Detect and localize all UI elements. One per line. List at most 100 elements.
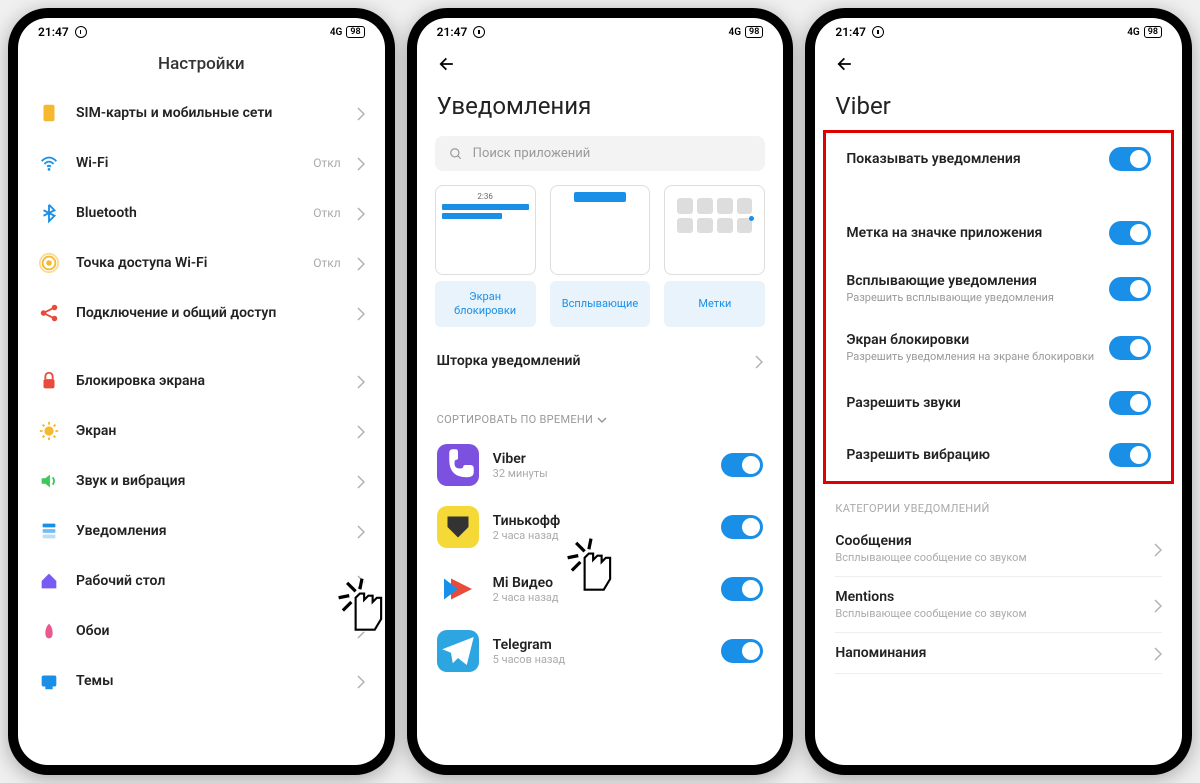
toggle-switch[interactable] xyxy=(1109,221,1151,245)
app-row-tinkoff[interactable]: Тинькофф 2 часа назад xyxy=(417,496,784,558)
settings-row-sound[interactable]: Звук и вибрация xyxy=(18,456,385,506)
app-toggle[interactable] xyxy=(721,453,763,477)
sound-icon xyxy=(38,470,60,492)
chevron-right-icon xyxy=(1154,646,1162,660)
app-time: 2 часа назад xyxy=(493,591,708,604)
row-label: Рабочий стол xyxy=(76,573,341,589)
settings-row-hotspot[interactable]: Точка доступа Wi-Fi Откл xyxy=(18,238,385,288)
sort-header[interactable]: СОРТИРОВАТЬ ПО ВРЕМЕНИ xyxy=(417,401,784,434)
chevron-right-icon xyxy=(357,674,365,688)
toggle-row[interactable]: Всплывающие уведомления Разрешить всплыв… xyxy=(826,259,1171,318)
search-placeholder: Поиск приложений xyxy=(473,146,591,161)
chevron-right-icon xyxy=(357,574,365,588)
row-label: Темы xyxy=(76,673,341,689)
app-row-viber[interactable]: Viber 32 минуты xyxy=(417,434,784,496)
toggle-row[interactable]: Разрешить звуки xyxy=(826,377,1171,429)
settings-row-display[interactable]: Экран xyxy=(18,406,385,456)
mivideo-app-icon xyxy=(437,568,479,610)
settings-row-notifications[interactable]: Уведомления xyxy=(18,506,385,556)
alarm-icon xyxy=(872,26,884,38)
category-row[interactable]: Mentions Всплывающее сообщение со звуком xyxy=(815,577,1182,632)
share-icon xyxy=(38,302,60,324)
toggle-subtitle: Разрешить всплывающие уведомления xyxy=(846,291,1097,304)
status-bar: 21:47 4G 98 xyxy=(417,18,784,46)
themes-icon xyxy=(38,670,60,692)
notifications-icon xyxy=(38,520,60,542)
alarm-icon xyxy=(75,26,87,38)
app-row-telegram[interactable]: Telegram 5 часов назад xyxy=(417,620,784,682)
display-mode-badges[interactable]: Метки xyxy=(664,185,765,327)
settings-row-lock[interactable]: Блокировка экрана xyxy=(18,356,385,406)
row-label: Bluetooth xyxy=(76,205,297,221)
app-toggle[interactable] xyxy=(721,515,763,539)
home-icon xyxy=(38,570,60,592)
app-row-mivideo[interactable]: Mi Видео 2 часа назад xyxy=(417,558,784,620)
settings-row-wifi[interactable]: Wi-Fi Откл xyxy=(18,138,385,188)
chevron-right-icon xyxy=(357,206,365,220)
header xyxy=(417,46,784,88)
app-time: 5 часов назад xyxy=(493,653,708,666)
settings-row-bluetooth[interactable]: Bluetooth Откл xyxy=(18,188,385,238)
alarm-icon xyxy=(473,26,485,38)
toggle-switch[interactable] xyxy=(1109,147,1151,171)
signal-icon: 4G xyxy=(330,27,343,38)
app-toggle[interactable] xyxy=(721,639,763,663)
chevron-right-icon xyxy=(357,474,365,488)
app-time: 2 часа назад xyxy=(493,529,708,542)
phone-1: 21:47 4G 98 Настройки SIM-карты и мобиль… xyxy=(8,8,395,775)
status-bar: 21:47 4G 98 xyxy=(18,18,385,46)
settings-row-sim[interactable]: SIM-карты и мобильные сети xyxy=(18,88,385,138)
settings-row-themes[interactable]: Темы xyxy=(18,656,385,706)
header xyxy=(815,46,1182,88)
back-button[interactable] xyxy=(437,54,457,74)
tinkoff-app-icon xyxy=(437,506,479,548)
display-mode-lock[interactable]: 2:36Экран блокировки xyxy=(435,185,536,327)
row-label: Звук и вибрация xyxy=(76,473,341,489)
status-bar: 21:47 4G 98 xyxy=(815,18,1182,46)
toggle-title: Всплывающие уведомления xyxy=(846,273,1097,289)
chevron-right-icon xyxy=(357,106,365,120)
settings-row-home[interactable]: Рабочий стол xyxy=(18,556,385,606)
viber-app-icon xyxy=(437,444,479,486)
toggle-switch[interactable] xyxy=(1109,336,1151,360)
toggle-row[interactable]: Метка на значке приложения xyxy=(826,207,1171,259)
phone-3: 21:47 4G 98 Viber Показывать уведомления… xyxy=(805,8,1192,775)
row-value: Откл xyxy=(313,156,340,170)
toggle-switch[interactable] xyxy=(1109,277,1151,301)
toggle-row[interactable]: Разрешить вибрацию xyxy=(826,429,1171,481)
chevron-right-icon xyxy=(357,256,365,270)
toggle-row[interactable]: Показывать уведомления xyxy=(826,133,1171,185)
signal-icon: 4G xyxy=(729,27,742,38)
settings-row-share[interactable]: Подключение и общий доступ xyxy=(18,288,385,338)
screen-viber: 21:47 4G 98 Viber Показывать уведомления… xyxy=(815,18,1182,765)
settings-row-wallpaper[interactable]: Обои xyxy=(18,606,385,656)
search-input[interactable]: Поиск приложений xyxy=(435,136,766,171)
category-row[interactable]: Напоминания xyxy=(815,633,1182,673)
status-time: 21:47 xyxy=(835,25,866,39)
back-button[interactable] xyxy=(835,54,855,74)
app-name: Тинькофф xyxy=(493,513,708,529)
chevron-right-icon xyxy=(357,524,365,538)
app-time: 32 минуты xyxy=(493,467,708,480)
mode-label: Метки xyxy=(664,281,765,327)
toggle-row[interactable]: Экран блокировки Разрешить уведомления н… xyxy=(826,318,1171,377)
app-toggle[interactable] xyxy=(721,577,763,601)
category-subtitle: Всплывающее сообщение со звуком xyxy=(835,551,1154,564)
toggle-switch[interactable] xyxy=(1109,443,1151,467)
category-row[interactable]: Сообщения Всплывающее сообщение со звуко… xyxy=(815,521,1182,576)
toggle-title: Метка на значке приложения xyxy=(846,225,1097,241)
toggle-switch[interactable] xyxy=(1109,391,1151,415)
chevron-right-icon xyxy=(357,624,365,638)
search-icon xyxy=(449,147,463,161)
wifi-icon xyxy=(38,152,60,174)
toggle-title: Показывать уведомления xyxy=(846,151,1097,167)
status-time: 21:47 xyxy=(38,25,69,39)
page-title: Настройки xyxy=(38,54,365,74)
display-icon xyxy=(38,420,60,442)
screen-notifications: 21:47 4G 98 Уведомления Поиск приложений… xyxy=(417,18,784,765)
chevron-right-icon xyxy=(755,354,763,368)
hotspot-icon xyxy=(38,252,60,274)
row-label: Уведомления xyxy=(76,523,341,539)
display-mode-popup[interactable]: Всплывающие xyxy=(550,185,651,327)
notification-shade-row[interactable]: Шторка уведомлений xyxy=(417,339,784,383)
